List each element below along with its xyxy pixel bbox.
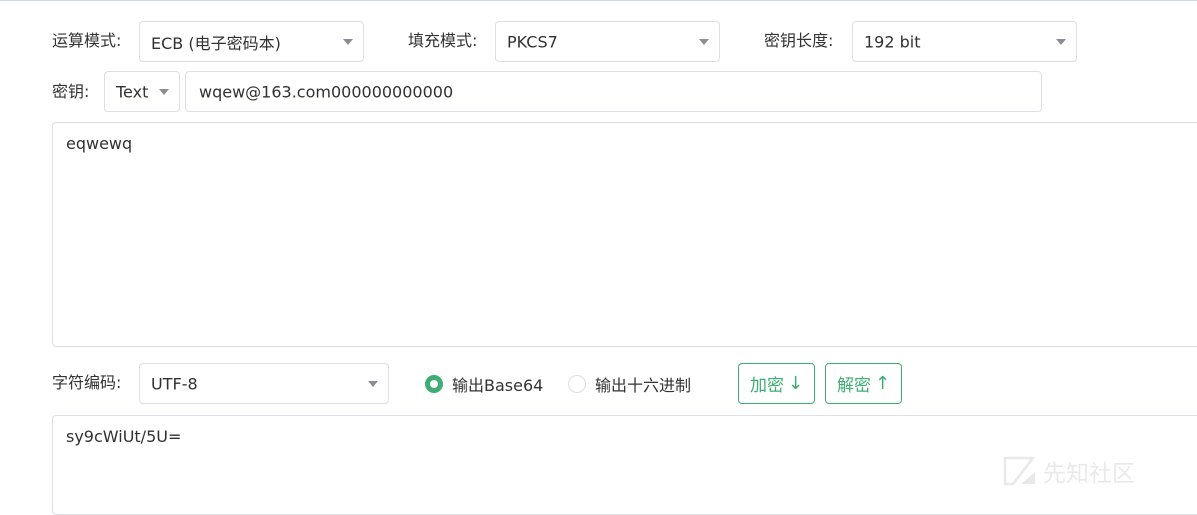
- mode-select-value: ECB (电子密码本): [151, 33, 281, 53]
- top-divider: [0, 0, 1197, 1]
- watermark: 先知社区: [1003, 454, 1135, 488]
- radio-unchecked-icon: [568, 375, 586, 393]
- mode-label: 运算模式:: [52, 31, 122, 50]
- key-input[interactable]: wqew@163.com000000000000: [185, 71, 1042, 112]
- chevron-down-icon: [343, 38, 353, 45]
- chevron-down-icon: [159, 88, 169, 95]
- watermark-logo-icon: [1003, 456, 1036, 486]
- encrypt-button-label: 加密: [749, 376, 784, 396]
- watermark-text: 先知社区: [1043, 461, 1135, 487]
- charset-select-value: UTF-8: [151, 374, 198, 393]
- chevron-down-icon: [368, 380, 378, 387]
- padding-label: 填充模式:: [408, 31, 478, 50]
- radio-checked-icon: [425, 375, 443, 393]
- decrypt-button[interactable]: 解密 ↑: [825, 363, 902, 404]
- key-format-value: Text: [116, 82, 149, 101]
- arrow-down-icon: ↓: [787, 372, 804, 394]
- charset-label: 字符编码:: [52, 373, 122, 392]
- encrypt-button[interactable]: 加密 ↓: [738, 363, 815, 404]
- key-label: 密钥:: [52, 82, 90, 101]
- radio-output-base64-label: 输出Base64: [452, 376, 544, 395]
- radio-output-hex[interactable]: 输出十六进制: [568, 372, 691, 396]
- decrypt-button-label: 解密: [836, 376, 871, 396]
- key-length-select-value: 192 bit: [864, 32, 921, 51]
- radio-output-hex-label: 输出十六进制: [595, 376, 692, 395]
- padding-select-value: PKCS7: [507, 32, 558, 51]
- charset-select[interactable]: UTF-8: [139, 363, 389, 404]
- key-format-select[interactable]: Text: [104, 71, 180, 112]
- ciphertext-content: sy9cWiUt/5U=: [66, 427, 182, 446]
- arrow-up-icon: ↑: [874, 372, 891, 394]
- key-length-select[interactable]: 192 bit: [852, 21, 1077, 62]
- padding-select[interactable]: PKCS7: [495, 21, 720, 62]
- plaintext-textarea[interactable]: eqwewq: [52, 122, 1197, 347]
- plaintext-content: eqwewq: [66, 134, 133, 153]
- chevron-down-icon: [699, 38, 709, 45]
- mode-select[interactable]: ECB (电子密码本): [139, 21, 364, 62]
- key-input-value: wqew@163.com000000000000: [199, 82, 454, 101]
- radio-output-base64[interactable]: 输出Base64: [425, 372, 543, 396]
- chevron-down-icon: [1056, 38, 1066, 45]
- key-length-label: 密钥长度:: [764, 31, 834, 50]
